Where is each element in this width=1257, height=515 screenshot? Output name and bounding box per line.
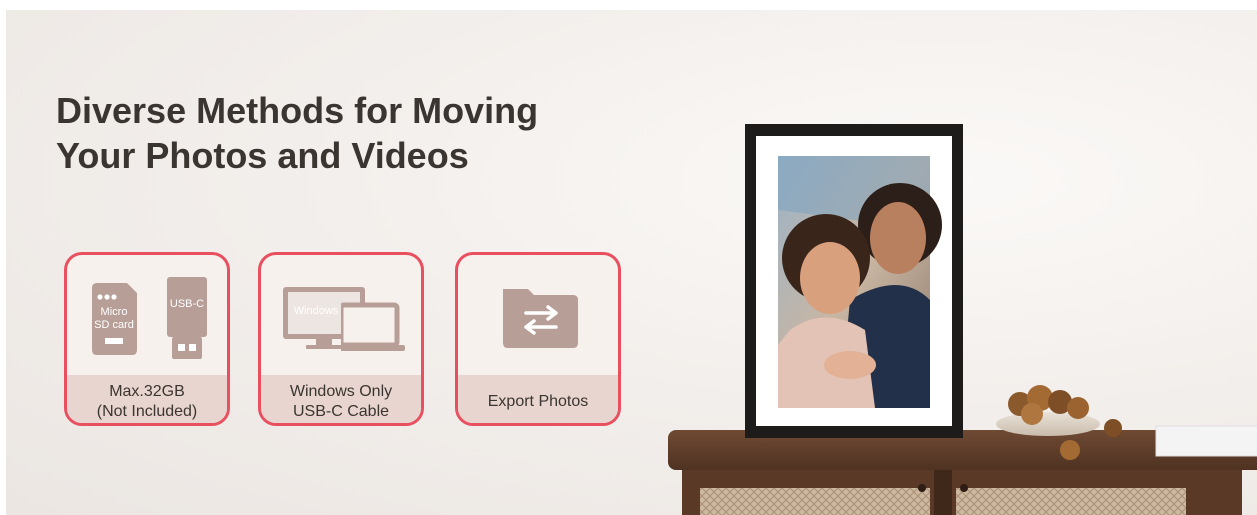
laptop-icon bbox=[341, 302, 405, 351]
product-scene bbox=[650, 0, 1257, 515]
headline-line-2: Your Photos and Videos bbox=[56, 135, 469, 176]
headline: Diverse Methods for Moving Your Photos a… bbox=[56, 88, 676, 178]
windows-icons: Windows bbox=[261, 255, 421, 375]
usb-c-label: USB-C bbox=[170, 298, 204, 310]
headline-line-1: Diverse Methods for Moving bbox=[56, 90, 539, 131]
storage-card: Micro SD card USB-C Max.32GB (Not Includ… bbox=[64, 252, 230, 426]
windows-caption-line-1: Windows Only bbox=[289, 383, 393, 400]
storage-caption: Max.32GB (Not Included) bbox=[67, 375, 227, 423]
left-edge bbox=[0, 0, 6, 515]
micro-sd-label-line-1: Micro bbox=[101, 306, 128, 318]
windows-caption: Windows Only USB-C Cable bbox=[261, 375, 421, 423]
storage-caption-line-2: (Not Included) bbox=[96, 403, 198, 420]
banner: Diverse Methods for Moving Your Photos a… bbox=[0, 0, 1257, 515]
folder-transfer-icon bbox=[503, 289, 578, 348]
usb-c-drive-icon: USB-C bbox=[167, 277, 207, 359]
white-box bbox=[1155, 425, 1257, 457]
photo-frame bbox=[745, 124, 963, 438]
export-caption: Export Photos bbox=[458, 375, 618, 423]
export-icons bbox=[458, 255, 618, 375]
micro-sd-label-line-2: SD card bbox=[94, 319, 134, 331]
windows-label: Windows bbox=[294, 305, 339, 317]
windows-card: Windows Windows Only USB-C Cable bbox=[258, 252, 424, 426]
scene-illustration bbox=[668, 124, 1257, 515]
storage-caption-line-1: Max.32GB bbox=[109, 383, 185, 400]
export-card: Export Photos bbox=[455, 252, 621, 426]
export-caption-line: Export Photos bbox=[487, 393, 589, 410]
windows-caption-line-2: USB-C Cable bbox=[292, 403, 390, 420]
storage-icons: Micro SD card USB-C bbox=[67, 255, 227, 375]
